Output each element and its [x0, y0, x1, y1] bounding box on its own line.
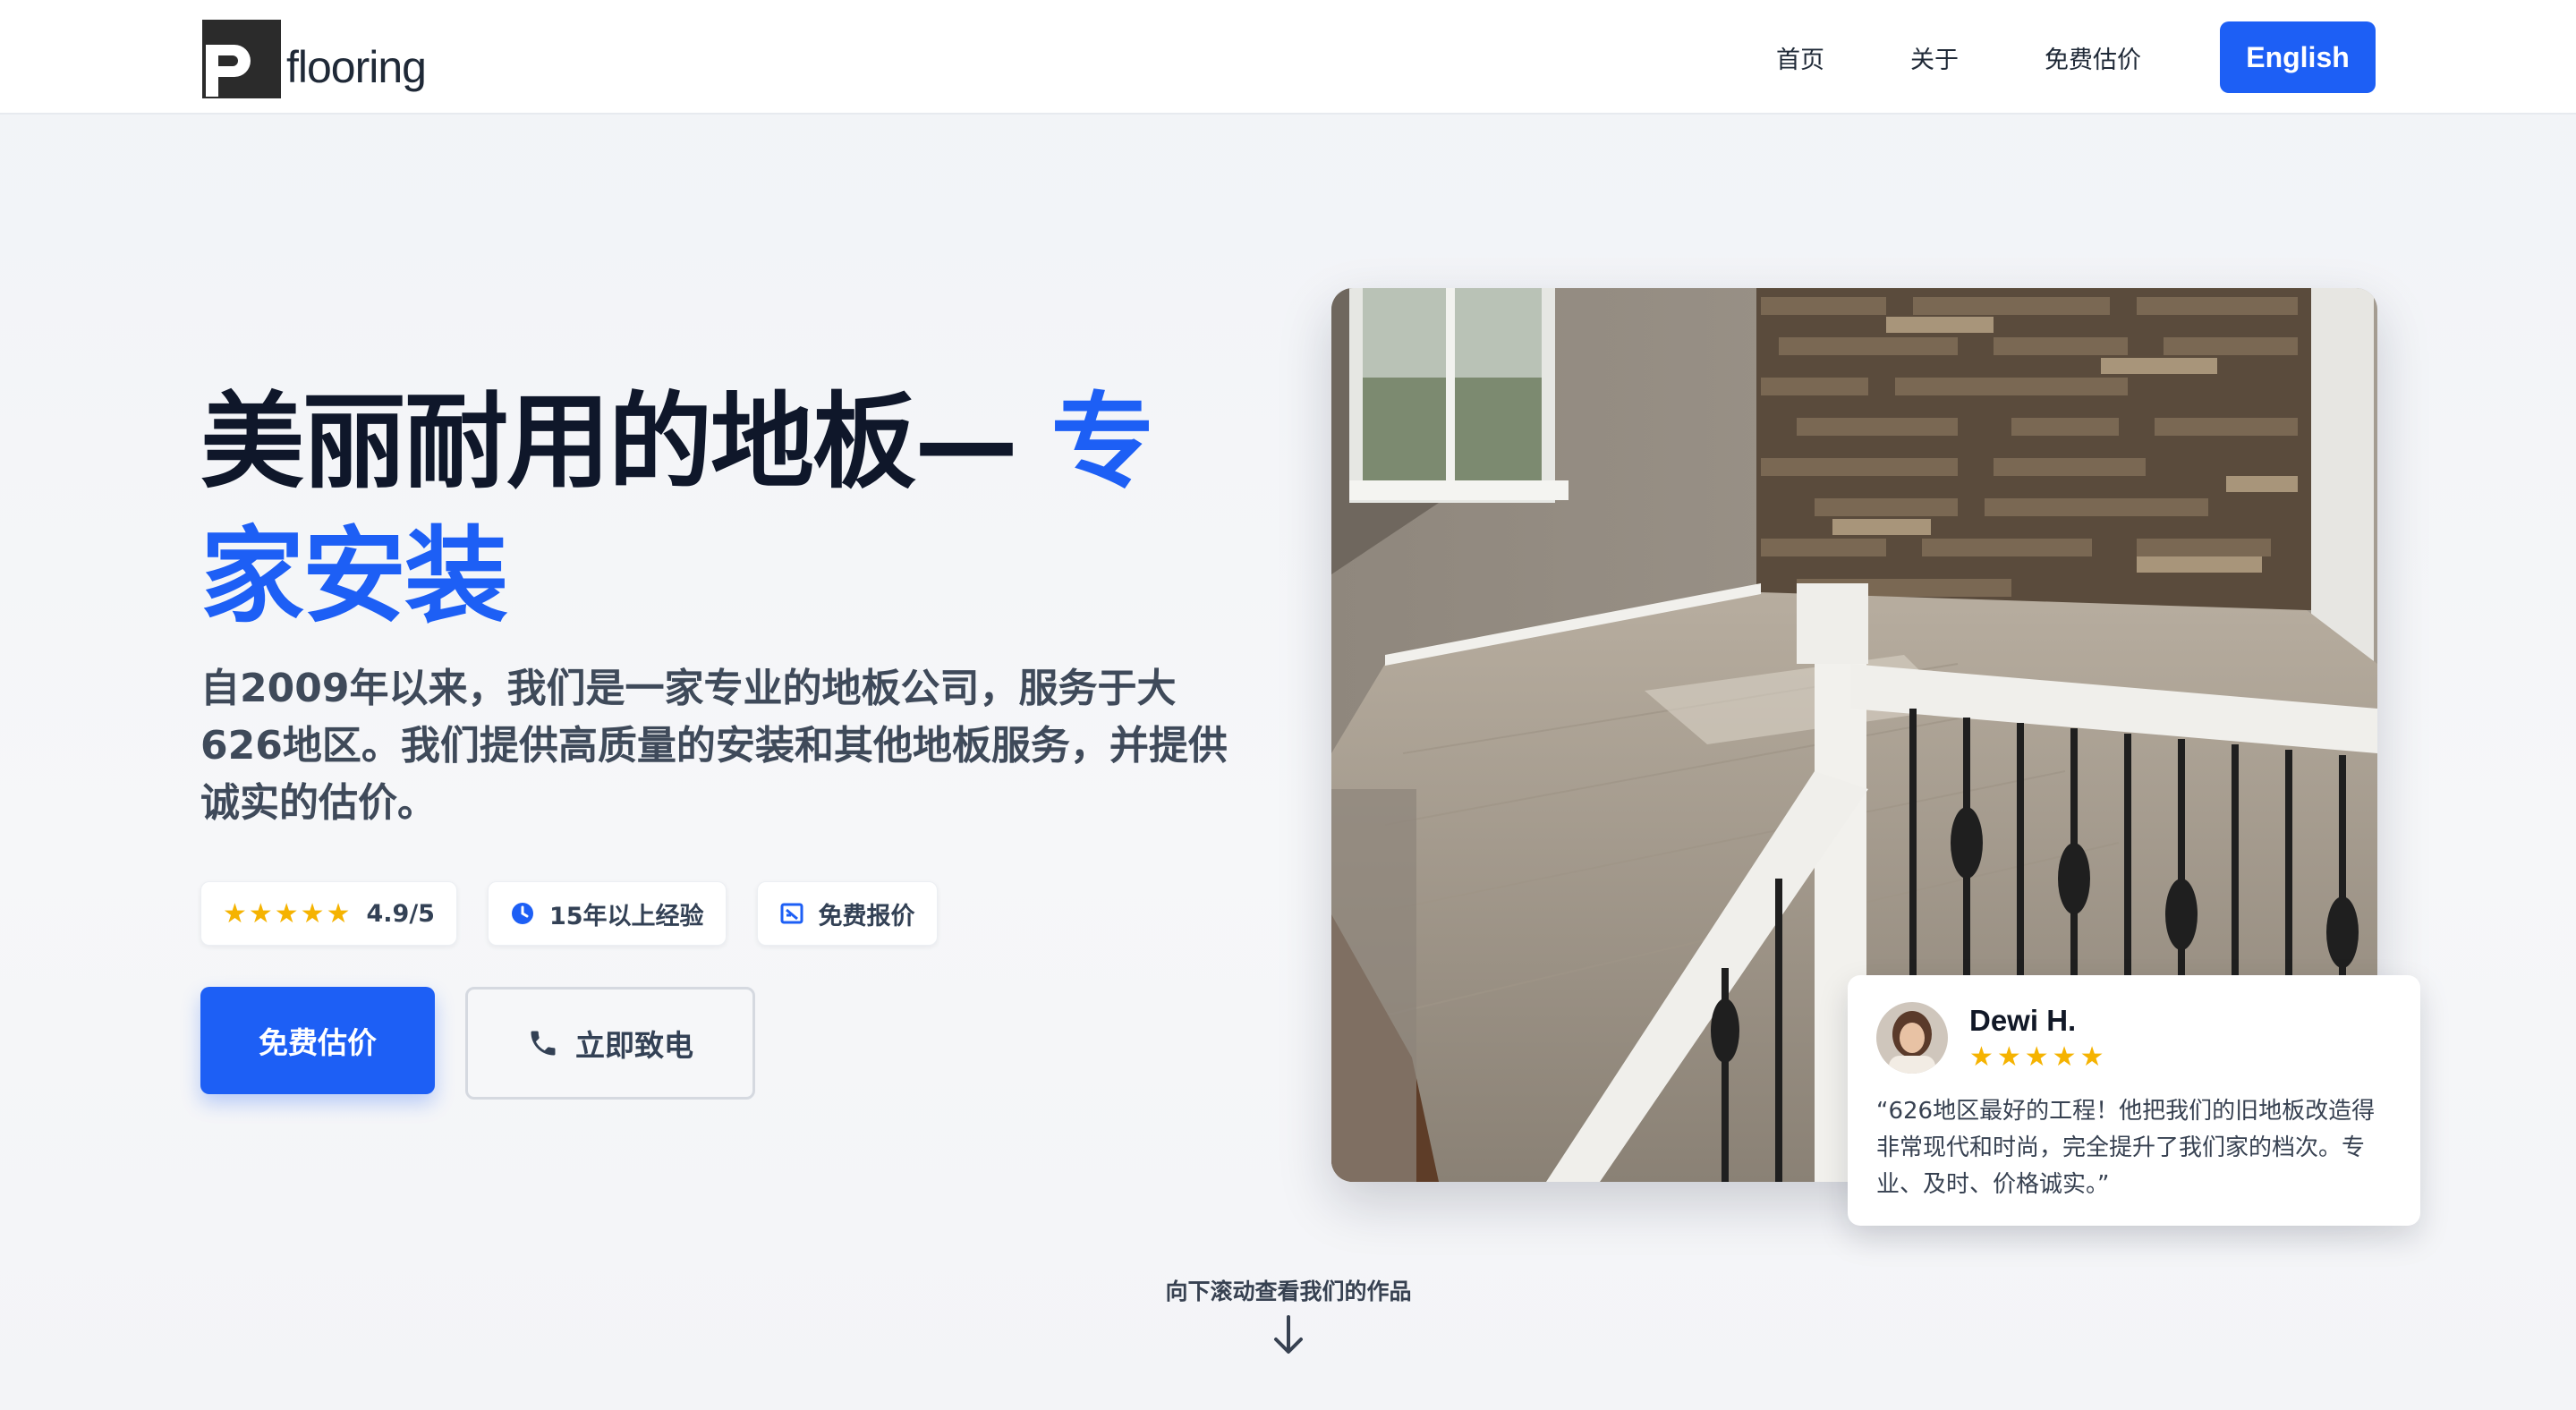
- experience-badge: 15年以上经验: [487, 881, 727, 946]
- rating-value: 4.9/5: [366, 899, 435, 928]
- call-now-button[interactable]: 立即致电: [465, 987, 755, 1100]
- hero-description: 自2009年以来，我们是一家专业的地板公司，服务于大626地区。我们提供高质量的…: [200, 666, 1228, 826]
- scroll-hint[interactable]: 向下滚动查看我们的作品: [1109, 1274, 1467, 1306]
- rating-badge: ★★★★★ 4.9/5: [200, 881, 457, 946]
- testimonial-card: Dewi H. ★★★★★ “626地区最好的工程！他把我们的旧地板改造得非常现…: [1848, 975, 2420, 1226]
- free-quote-label: 免费报价: [818, 902, 915, 930]
- brand-name: flooring: [286, 42, 427, 92]
- quote-document-icon: [779, 901, 804, 926]
- experience-label: 15年以上经验: [548, 902, 704, 930]
- rating-stars-icon: ★★★★★: [223, 897, 353, 930]
- free-quote-badge: 免费报价: [756, 881, 938, 946]
- page: flooring 首页 关于 免费估价 English 美丽耐用的地板— 专家安…: [0, 0, 2576, 1410]
- call-now-label: 立即致电: [575, 1029, 693, 1062]
- reviewer-avatar: [1876, 1002, 1948, 1074]
- testimonial-text: “626地区最好的工程！他把我们的旧地板改造得非常现代和时尚，完全提升了我们家的…: [1876, 1098, 2376, 1198]
- hero-cta-group: 免费估价 立即致电: [200, 987, 755, 1100]
- logo-mark-icon: [202, 20, 281, 98]
- reviewer-name: Dewi H.: [1969, 1003, 2077, 1037]
- hero-title: 美丽耐用的地板— 专家安装: [200, 376, 1229, 644]
- language-toggle-button[interactable]: English: [2220, 21, 2376, 93]
- clock-icon: [510, 901, 535, 926]
- phone-icon: [527, 1027, 559, 1059]
- brand-logo[interactable]: flooring: [202, 18, 427, 98]
- review-stars-icon: ★★★★★: [1969, 1041, 2108, 1073]
- testimonial-header: Dewi H. ★★★★★: [1876, 1002, 2392, 1074]
- nav-home[interactable]: 首页: [1776, 40, 1824, 75]
- arrow-down-icon[interactable]: [1272, 1315, 1305, 1358]
- trust-badges: ★★★★★ 4.9/5 15年以上经验 免费报价: [200, 881, 968, 946]
- nav-free-estimate[interactable]: 免费估价: [2045, 40, 2141, 75]
- main-nav: 首页 关于 免费估价 English: [1776, 21, 2376, 93]
- hero-title-main: 美丽耐用的地板—: [200, 382, 1051, 503]
- nav-about[interactable]: 关于: [1910, 40, 1959, 75]
- free-estimate-button[interactable]: 免费估价: [200, 987, 435, 1094]
- navbar: flooring 首页 关于 免费估价 English: [0, 0, 2576, 115]
